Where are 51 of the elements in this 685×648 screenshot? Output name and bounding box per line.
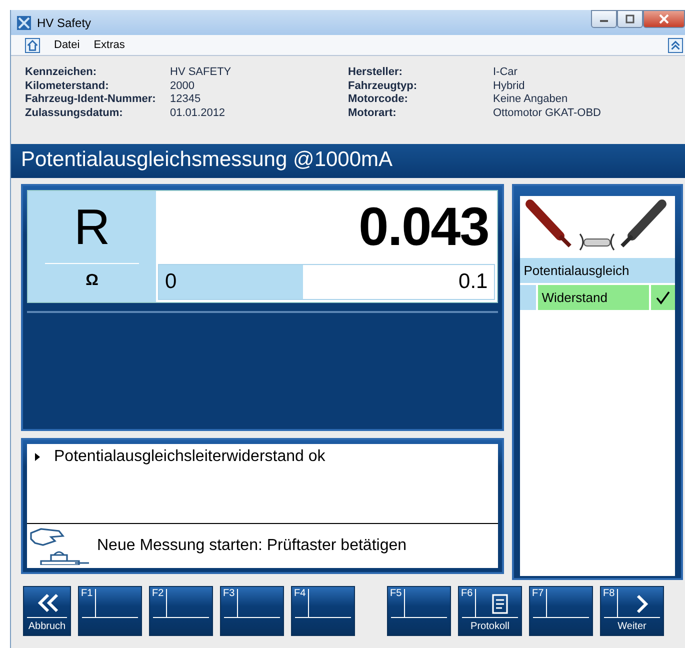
field-label: Kilometerstand: [25,80,110,93]
menu-item[interactable]: Extras [94,39,125,51]
document-icon [492,594,508,614]
double-chevron-left-icon [36,593,60,613]
field-label: Kennzeichen: [25,66,98,80]
maximize-icon [625,14,635,24]
field-label: Motorart: [348,106,398,120]
window-title: HV Safety [37,16,92,30]
menu-item[interactable]: Datei [54,39,80,51]
step-item: Widerstand [538,285,649,310]
field-value: I-Car [493,66,518,80]
field-label: Hersteller: [348,66,404,80]
close-button[interactable] [643,10,685,28]
field-value: 12345 [170,93,201,106]
chevron-right-icon [634,594,650,614]
scale-max: 0.1 [458,270,488,294]
function-key-button[interactable]: F1 [78,586,142,636]
hand-pressing-button-icon [29,527,89,565]
function-key-button[interactable]: F8 Weiter [600,586,664,636]
function-key-button[interactable]: F6 Protokoll [458,586,522,636]
close-icon [659,14,669,24]
bullet-icon [35,453,40,462]
collapse-icon[interactable] [668,38,683,52]
field-label: Zulassungsdatum: [25,106,124,120]
step-marker [520,285,536,310]
maximize-button[interactable] [617,10,643,28]
page-heading: Potentialausgleichsmessung @1000mA [11,144,685,178]
field-value: Keine Angaben [493,93,568,106]
scale-min: 0 [165,270,177,294]
function-key-button[interactable]: F3 [220,586,284,636]
field-value: Ottomotor GKAT-OBD [493,106,601,120]
function-key-button[interactable]: F2 [149,586,213,636]
field-value: Hybrid [493,80,525,93]
message-text: Potentialausgleichsleiterwiderstand ok [54,448,326,466]
function-key-button[interactable]: F7 [529,586,593,636]
app-icon [17,16,31,30]
minimize-button[interactable] [591,10,617,28]
measurement-value: 0.043 [358,196,490,259]
field-label: Fahrzeug-Ident-Nummer: [25,93,157,106]
instruction-text: Neue Messung starten: Prüftaster betätigen [97,537,407,555]
field-value: 01.01.2012 [170,106,226,120]
field-label: Fahrzeugtyp: [348,80,418,93]
field-value: 2000 [170,80,194,93]
step-group-header: Potentialausgleich [520,258,675,283]
function-key-button[interactable]: F5 [387,586,451,636]
unit-label: Ω [86,272,98,290]
home-icon[interactable] [25,38,40,52]
field-value: HV SAFETY [170,66,232,80]
function-key-button[interactable]: F4 [291,586,355,636]
field-label: Motorcode: [348,93,409,106]
cancel-button[interactable]: Abbruch [23,586,71,636]
